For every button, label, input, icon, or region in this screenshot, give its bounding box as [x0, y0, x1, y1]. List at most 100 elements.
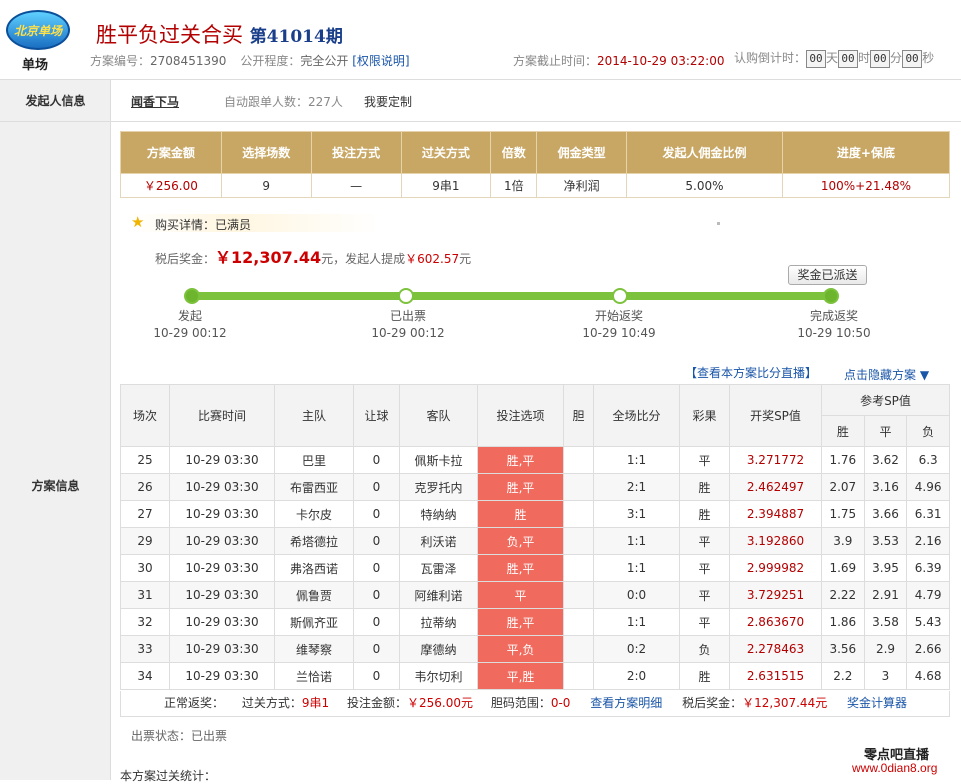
- stage-name: 完成返奖: [809, 309, 858, 323]
- stage-time: 10-29 00:12: [371, 326, 445, 340]
- summary-value: 5.00%: [626, 173, 783, 198]
- table-cell: 2.863670: [729, 608, 822, 636]
- table-footer: 正常返奖： 过关方式：9串1 投注金额：￥256.00元 胆码范围：0-0 查看…: [120, 691, 950, 717]
- amount-label: 投注金额：: [346, 696, 407, 710]
- plan-detail-link[interactable]: 查看方案明细: [590, 696, 662, 710]
- table-cell: 1:1: [593, 527, 680, 555]
- table-row: 33 10-29 03:30 维琴察 0 摩德纳 平,负 0:2 负 2.278463 3.56 2…: [120, 635, 950, 663]
- permission-link[interactable]: [权限说明]: [352, 54, 409, 68]
- table-cell: 5.43: [906, 608, 950, 636]
- summary-value: 净利润: [536, 173, 628, 198]
- live-score-link[interactable]: 【查看本方案比分直播】: [685, 364, 817, 381]
- initiator-name-link[interactable]: 闻香下马: [131, 93, 179, 110]
- table-cell: 平: [679, 608, 730, 636]
- soccer-ball-icon: 北京单场: [6, 10, 70, 50]
- stage-node-4: [823, 288, 839, 304]
- table-cell: 2:1: [593, 473, 680, 501]
- table-cell: 3.62: [863, 446, 908, 474]
- deadline-value: 2014-10-29 03:22:00: [597, 54, 725, 68]
- table-cell: 胜,平: [477, 554, 564, 582]
- stage-time: 10-29 10:49: [582, 326, 656, 340]
- table-cell: 0:2: [593, 635, 680, 663]
- table-cell: 2.999982: [729, 554, 822, 582]
- stage-3: 开始返奖 10-29 10:49: [559, 308, 679, 342]
- prize-label: 税后奖金：: [155, 252, 216, 266]
- table-cell: 2.9: [863, 635, 908, 663]
- after-tax-prize: 税后奖金：￥12,307.44元，发起人提成￥602.57元: [155, 244, 471, 268]
- table-row: 34 10-29 03:30 兰恰诺 0 韦尔切利 平,胜 2:0 胜 2.631515 2.2 3…: [120, 662, 950, 690]
- table-cell: 1.69: [821, 554, 865, 582]
- table-cell: 33: [120, 635, 170, 663]
- summary-value: 9: [220, 173, 312, 198]
- countdown-hours: 00: [838, 50, 859, 68]
- table-cell: 利沃诺: [399, 527, 478, 555]
- beijing-single-logo[interactable]: 北京单场 单场: [4, 8, 76, 73]
- table-row: 31 10-29 03:30 佩鲁贾 0 阿维利诺平 0:0 平 3.729251 2.22 2.…: [120, 581, 950, 609]
- table-cell: [563, 662, 594, 690]
- summary-header: 佣金类型: [536, 131, 628, 174]
- summary-header: 过关方式: [400, 131, 492, 174]
- pass-label: 过关方式：: [241, 696, 302, 710]
- col-header: 开奖SP值: [729, 384, 822, 447]
- table-cell: 佩斯卡拉: [399, 446, 478, 474]
- table-cell: 3.16: [863, 473, 908, 501]
- table-cell: 10-29 03:30: [169, 446, 275, 474]
- table-cell: 0: [353, 527, 400, 555]
- stage-node-3: [612, 288, 628, 304]
- logo-text: 北京单场: [14, 24, 63, 38]
- stage-name: 开始返奖: [594, 309, 643, 323]
- stage-time: 10-29 10:50: [797, 326, 871, 340]
- table-cell: 1.75: [821, 500, 865, 528]
- table-row: 29 10-29 03:30 希塔德拉 0 利沃诺 负,平 1:1 平 3.192860 3.9 3…: [120, 527, 950, 555]
- ref-sp-header: 参考SP值: [821, 384, 950, 416]
- table-cell: 平: [679, 581, 730, 609]
- table-cell: 4.79: [906, 581, 950, 609]
- table-cell: 10-29 03:30: [169, 608, 275, 636]
- table-cell: [563, 581, 594, 609]
- stage-4: 完成返奖 10-29 10:50: [774, 308, 894, 342]
- prize-calculator-link[interactable]: 奖金计算器: [847, 696, 907, 710]
- col-header: 彩果: [679, 384, 730, 447]
- buy-label: 购买详情：: [155, 218, 216, 232]
- table-cell: 0: [353, 608, 400, 636]
- custom-plan-link[interactable]: 我要定制: [364, 93, 412, 110]
- auto-follow-count: 自动跟单人数：227人: [224, 95, 343, 109]
- table-cell: 3.58: [863, 608, 908, 636]
- divider-dot: [717, 222, 720, 225]
- issue-number: 第41014期: [249, 27, 343, 47]
- table-cell: 3: [863, 662, 908, 690]
- table-cell: 4.68: [906, 662, 950, 690]
- col-header: 客队: [399, 384, 478, 447]
- table-cell: 胜: [679, 662, 730, 690]
- table-cell: 弗洛西诺: [274, 554, 354, 582]
- table-cell: 兰恰诺: [274, 662, 354, 690]
- table-cell: 3:1: [593, 500, 680, 528]
- stage-name: 发起: [177, 309, 202, 323]
- table-cell: 0: [353, 446, 400, 474]
- table-cell: 27: [120, 500, 170, 528]
- table-cell: [563, 554, 594, 582]
- table-cell: 0: [353, 662, 400, 690]
- hide-plan-link[interactable]: 点击隐藏方案 ▼: [844, 366, 929, 383]
- plan-meta: 方案编号：2708451390 公开程度：完全公开 [权限说明]: [90, 52, 410, 69]
- table-cell: 3.192860: [729, 527, 822, 555]
- col-header: 胆: [563, 384, 594, 447]
- table-cell: [563, 608, 594, 636]
- page-title: 胜平负过关合买 第41014期: [96, 19, 343, 49]
- table-cell: 10-29 03:30: [169, 581, 275, 609]
- table-cell: 6.39: [906, 554, 950, 582]
- progress-track: [190, 292, 830, 300]
- tax-prize-label: 税后奖金：: [682, 696, 743, 710]
- table-cell: 0: [353, 554, 400, 582]
- pass-stats-label: 本方案过关统计：: [120, 769, 217, 783]
- table-cell: 2.2: [821, 662, 865, 690]
- table-cell: 10-29 03:30: [169, 554, 275, 582]
- ref-sub-header: 胜: [821, 415, 865, 447]
- summary-value: 100%+21.48%: [781, 173, 951, 198]
- page-header: 北京单场 单场 胜平负过关合买 第41014期 方案编号：2708451390 公…: [0, 0, 961, 80]
- pass-value: 9串1: [301, 696, 330, 710]
- prize-sent-button[interactable]: 奖金已派送: [788, 265, 867, 285]
- table-cell: 平,胜: [477, 662, 564, 690]
- table-cell: [563, 635, 594, 663]
- table-cell: 31: [120, 581, 170, 609]
